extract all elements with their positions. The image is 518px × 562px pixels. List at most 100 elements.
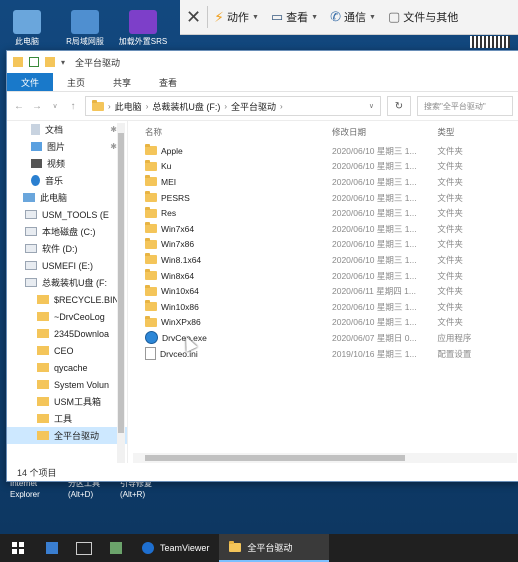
folder-icon <box>37 397 49 406</box>
nav-item[interactable]: ~DrvCeoLog <box>7 308 127 325</box>
file-name: Ku <box>161 161 172 172</box>
nav-item[interactable]: 全平台驱动 <box>7 427 127 444</box>
file-row[interactable]: Ku 2020/06/10 星期三 1... 文件夹 <box>133 159 517 175</box>
nav-item[interactable]: 工具 <box>7 410 127 427</box>
action-menu[interactable]: ⚡ 动作 ▼ <box>208 0 265 34</box>
breadcrumb-this-pc[interactable]: 此电脑 <box>115 100 142 113</box>
pin-icon: ✱ <box>110 142 117 151</box>
nav-item[interactable]: 2345Downloa <box>7 325 127 342</box>
file-row[interactable]: Res 2020/06/10 星期三 1... 文件夹 <box>133 205 517 221</box>
refresh-button[interactable]: ↻ <box>387 96 411 116</box>
nav-item[interactable]: 音乐 <box>7 172 127 189</box>
taskbar-pin-2[interactable] <box>68 534 100 562</box>
file-row[interactable]: MEI 2020/06/10 星期三 1... 文件夹 <box>133 174 517 190</box>
search-input[interactable]: 搜索"全平台驱动" <box>417 96 513 116</box>
back-arrow-icon[interactable]: ← <box>13 101 25 112</box>
file-row[interactable]: Win10x64 2020/06/11 星期四 1... 文件夹 <box>133 283 517 299</box>
column-type[interactable]: 类型 <box>435 126 517 138</box>
new-folder-icon[interactable] <box>45 57 55 67</box>
app-icon <box>110 542 122 554</box>
nav-item[interactable]: USM_TOOLS (E <box>7 206 127 223</box>
files-menu[interactable]: ▢ 文件与其他 <box>382 0 464 34</box>
taskbar-explorer[interactable]: 全平台驱动 <box>219 534 330 562</box>
column-date[interactable]: 修改日期 <box>332 126 435 138</box>
desktop-icon-this-pc[interactable]: 此电脑 <box>0 4 54 47</box>
nav-item[interactable]: USMEFI (E:) <box>7 257 127 274</box>
tab-home[interactable]: 主页 <box>53 73 99 91</box>
desktop-icon-network[interactable]: R局域网服 <box>58 4 112 47</box>
nav-item[interactable]: 软件 (D:) <box>7 240 127 257</box>
nav-item[interactable]: 图片 ✱ <box>7 138 127 155</box>
column-name[interactable]: 名称 <box>133 126 332 138</box>
file-row[interactable]: Win8.1x64 2020/06/10 星期三 1... 文件夹 <box>133 252 517 268</box>
taskbar-pin-1[interactable] <box>36 534 68 562</box>
checkbox-icon[interactable] <box>29 57 39 67</box>
file-name-cell: Win8.1x64 <box>133 253 332 265</box>
file-row[interactable]: Win7x86 2020/06/10 星期三 1... 文件夹 <box>133 237 517 253</box>
file-name: PESRS <box>161 192 190 203</box>
folder-icon <box>145 191 157 203</box>
remote-toolbar: ✕ ⚡ 动作 ▼ ▭ 查看 ▼ ✆ 通信 ▼ ▢ 文件与其他 <box>180 0 518 35</box>
address-bar[interactable]: › 此电脑 › 总裁装机U盘 (F:) › 全平台驱动 › ∨ <box>85 96 381 116</box>
file-row[interactable]: Win7x64 2020/06/10 星期三 1... 文件夹 <box>133 221 517 237</box>
file-name: Win7x64 <box>161 223 195 234</box>
file-row[interactable]: Win8x64 2020/06/10 星期三 1... 文件夹 <box>133 268 517 284</box>
breadcrumb-usb-drive[interactable]: 总裁装机U盘 (F:) <box>152 100 220 113</box>
nav-item[interactable]: $RECYCLE.BIN <box>7 291 127 308</box>
file-row[interactable]: Apple 2020/06/10 星期三 1... 文件夹 <box>133 143 517 159</box>
communicate-menu[interactable]: ✆ 通信 ▼ <box>324 0 382 34</box>
address-dropdown-icon[interactable]: ∨ <box>369 102 374 110</box>
file-date: 2020/06/10 星期三 1... <box>331 301 417 312</box>
nav-item[interactable]: CEO <box>7 342 127 359</box>
tab-share[interactable]: 共享 <box>99 73 145 91</box>
nav-item[interactable]: USM工具箱 <box>7 393 127 410</box>
nav-scrollbar[interactable] <box>117 123 125 463</box>
file-list-scrollbar[interactable] <box>133 453 517 463</box>
folder-icon <box>145 253 157 265</box>
quick-access-dropdown-icon[interactable]: ▾ <box>61 58 65 67</box>
computer-icon <box>23 193 35 202</box>
up-arrow-icon[interactable]: ↑ <box>67 101 79 112</box>
view-menu[interactable]: ▭ 查看 ▼ <box>265 0 324 34</box>
file-name: Res <box>161 208 177 219</box>
folder-icon <box>37 329 49 338</box>
taskbar-pin-3[interactable] <box>100 534 132 562</box>
desktop-icon-srs[interactable]: 加载外置SRS <box>116 4 170 47</box>
windows-icon <box>12 542 24 554</box>
file-row[interactable]: PESRS 2020/06/10 星期三 1... 文件夹 <box>133 190 517 206</box>
file-list-scrollbar-thumb[interactable] <box>145 455 405 461</box>
start-button[interactable] <box>0 534 36 562</box>
folder-icon <box>145 269 157 281</box>
file-date: 2020/06/10 星期三 1... <box>331 223 417 234</box>
nav-item[interactable]: 本地磁盘 (C:) <box>7 223 127 240</box>
file-date: 2020/06/10 星期三 1... <box>331 317 417 328</box>
nav-item[interactable]: qycache <box>7 359 127 376</box>
item-count: 14 个项目 <box>17 467 57 478</box>
nav-scrollbar-thumb[interactable] <box>118 133 124 433</box>
nav-item[interactable]: 文档 ✱ <box>7 121 127 138</box>
breadcrumb-current-folder[interactable]: 全平台驱动 <box>231 100 276 113</box>
file-name: Win8.1x64 <box>161 254 202 265</box>
nav-item[interactable]: 此电脑 <box>7 189 127 206</box>
nav-item-label: 软件 (D:) <box>42 244 78 254</box>
close-session-button[interactable]: ✕ <box>180 0 207 34</box>
taskbar-teamviewer[interactable]: TeamViewer <box>132 534 219 562</box>
file-type: 文件夹 <box>437 286 463 297</box>
nav-item[interactable]: System Volun <box>7 376 127 393</box>
tab-view[interactable]: 查看 <box>145 73 191 91</box>
search-placeholder: 搜索"全平台驱动" <box>424 101 486 111</box>
file-list-pane: 名称 修改日期 类型 Apple 2020/06/10 星期三 1... 文件夹 Ku… <box>133 121 517 463</box>
file-row[interactable]: Win10x86 2020/06/10 星期三 1... 文件夹 <box>133 299 517 315</box>
tab-file[interactable]: 文件 <box>7 73 54 91</box>
nav-item-label: 音乐 <box>45 176 64 186</box>
drive-icon <box>25 227 37 236</box>
file-name-cell: Ku <box>133 159 332 172</box>
nav-item[interactable]: 视频 <box>7 155 127 172</box>
chevron-down-icon: ▼ <box>369 13 376 21</box>
forward-arrow-icon[interactable]: → <box>31 101 43 112</box>
nav-item[interactable]: 总裁装机U盘 (F: <box>7 274 127 291</box>
recent-dropdown-icon[interactable]: ∨ <box>49 102 61 110</box>
file-row[interactable]: WinXPx86 2020/06/10 星期三 1... 文件夹 <box>133 315 517 331</box>
nav-item-label: 2345Downloa <box>54 328 110 339</box>
file-name: Win10x64 <box>161 286 199 297</box>
